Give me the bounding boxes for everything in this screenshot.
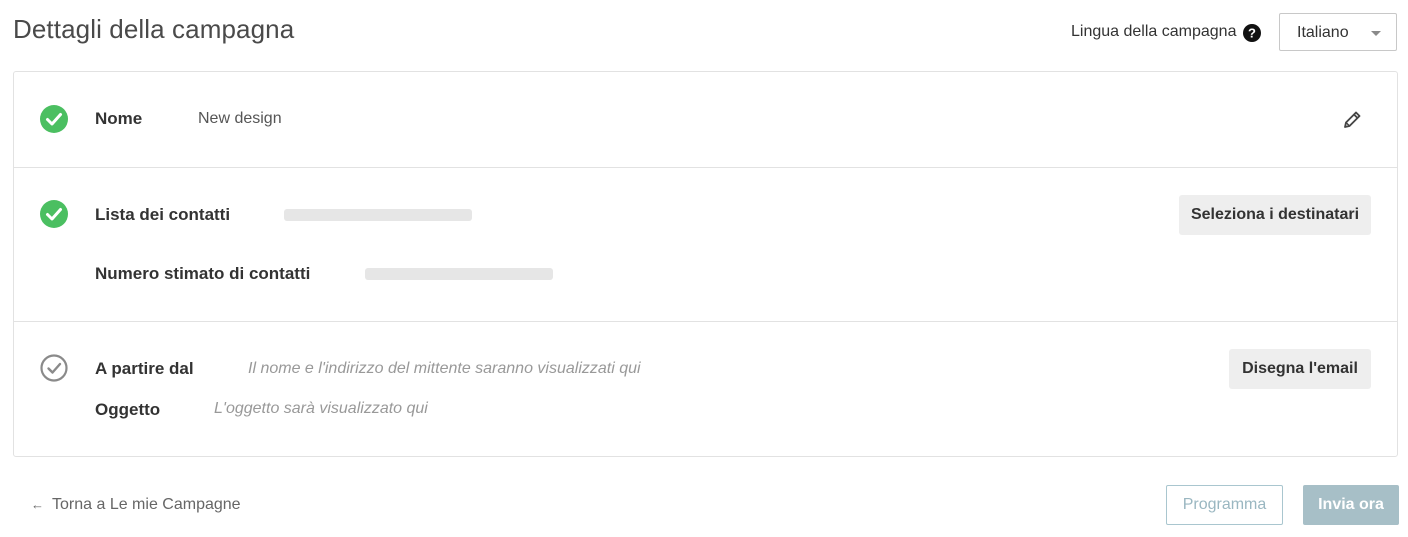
design-email-button[interactable]: Disegna l'email: [1229, 349, 1371, 389]
divider: [14, 167, 1397, 168]
back-link-label: Torna a Le mie Campagne: [52, 496, 241, 513]
pencil-icon[interactable]: [1341, 109, 1363, 131]
chevron-down-icon: [1371, 31, 1381, 36]
help-icon[interactable]: ?: [1243, 24, 1261, 42]
estimated-contacts-placeholder: [365, 268, 553, 280]
check-circle-icon: [40, 200, 68, 228]
from-hint: Il nome e l'indirizzo del mittente saran…: [248, 360, 641, 377]
name-value: New design: [198, 110, 282, 127]
estimated-contacts-label: Numero stimato di contatti: [95, 264, 311, 283]
page-title: Dettagli della campagna: [13, 14, 295, 44]
language-select[interactable]: Italiano: [1279, 13, 1397, 51]
language-select-value: Italiano: [1297, 24, 1349, 41]
language-label: Lingua della campagna: [1071, 23, 1237, 40]
svg-text:?: ?: [1248, 26, 1256, 41]
subject-label: Oggetto: [95, 400, 161, 419]
campaign-details-card: Nome New design Lista dei contatti Selez…: [13, 71, 1398, 457]
check-circle-icon: [40, 105, 68, 133]
from-label: A partire dal: [95, 359, 194, 378]
name-label: Nome: [95, 109, 143, 128]
arrow-left-icon: ←: [31, 497, 44, 512]
select-recipients-button[interactable]: Seleziona i destinatari: [1179, 195, 1371, 235]
contact-list-placeholder: [284, 209, 472, 221]
back-to-campaigns-link[interactable]: ← Torna a Le mie Campagne: [31, 496, 241, 514]
send-now-button[interactable]: Invia ora: [1303, 485, 1399, 525]
schedule-button[interactable]: Programma: [1166, 485, 1283, 525]
divider: [14, 321, 1397, 322]
contact-list-label: Lista dei contatti: [95, 205, 231, 224]
subject-hint: L'oggetto sarà visualizzato qui: [214, 400, 428, 417]
check-circle-outline-icon: [40, 354, 68, 382]
